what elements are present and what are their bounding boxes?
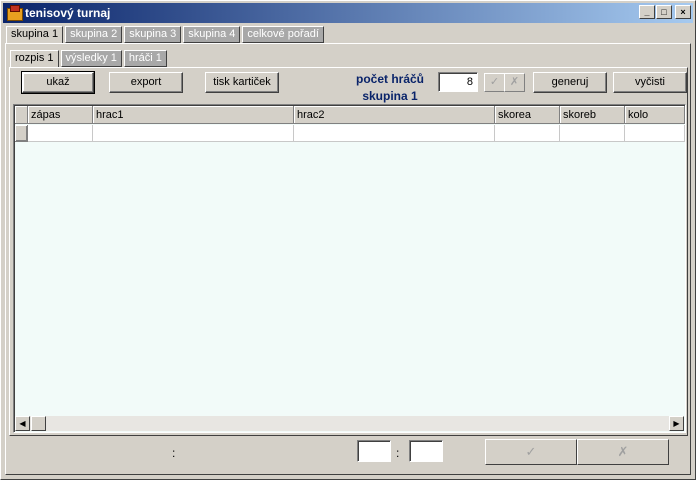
export-button[interactable]: export <box>109 72 183 93</box>
close-button[interactable]: × <box>675 5 691 19</box>
group-label: skupina 1 <box>362 89 418 103</box>
grid-header: zápas hrac1 hrac2 skorea skoreb kolo <box>15 106 685 124</box>
cell-kolo[interactable] <box>625 125 685 142</box>
cell-skoreb[interactable] <box>560 125 625 142</box>
column-header-kolo[interactable]: kolo <box>625 106 685 124</box>
app-icon <box>6 5 23 21</box>
cell-zapas[interactable] <box>28 125 93 142</box>
tab-skupina-3[interactable]: skupina 3 <box>124 26 182 43</box>
cancel-score-button[interactable]: ✗ <box>577 439 669 465</box>
cancel-count-icon[interactable]: ✗ <box>504 73 525 92</box>
column-header-hrac2[interactable]: hrac2 <box>294 106 495 124</box>
grid-corner <box>15 106 28 124</box>
window-title: tenisový turnaj <box>25 6 111 20</box>
tab-skupina-1[interactable]: skupina 1 <box>6 26 64 44</box>
cell-hrac1[interactable] <box>93 125 294 142</box>
show-button[interactable]: ukaž <box>21 71 95 94</box>
table-row[interactable] <box>15 125 685 142</box>
horizontal-scrollbar[interactable]: ◀ ▶ <box>15 416 684 431</box>
print-cards-button[interactable]: tisk kartiček <box>205 72 279 93</box>
tab-skupina-2[interactable]: skupina 2 <box>65 26 123 43</box>
row-indicator[interactable] <box>15 125 28 142</box>
cell-hrac2[interactable] <box>294 125 495 142</box>
column-header-skorea[interactable]: skorea <box>495 106 560 124</box>
column-header-zapas[interactable]: zápas <box>28 106 93 124</box>
score-separator: : <box>396 446 400 460</box>
match-grid[interactable]: zápas hrac1 hrac2 skorea skoreb kolo ◀ ▶ <box>13 104 686 433</box>
score-a-input[interactable] <box>357 440 391 462</box>
confirm-score-button[interactable]: ✓ <box>485 439 577 465</box>
title-bar: tenisový turnaj _ □ × <box>3 3 693 23</box>
scroll-thumb[interactable] <box>31 416 46 431</box>
cell-skorea[interactable] <box>495 125 560 142</box>
maximize-button[interactable]: □ <box>656 5 672 19</box>
column-header-skoreb[interactable]: skoreb <box>560 106 625 124</box>
tab-vysledky-1[interactable]: výsledky 1 <box>60 50 122 67</box>
tab-celkove-poradi[interactable]: celkové pořadí <box>242 26 324 43</box>
clear-button[interactable]: vyčisti <box>613 72 687 93</box>
minimize-button[interactable]: _ <box>639 5 655 19</box>
scroll-left-icon[interactable]: ◀ <box>15 416 30 431</box>
tab-hraci-1[interactable]: hráči 1 <box>123 50 167 67</box>
player-count-input[interactable]: 8 <box>438 72 478 92</box>
tab-rozpis-1[interactable]: rozpis 1 <box>10 50 59 68</box>
bottom-separator: : <box>172 446 176 460</box>
confirm-count-icon[interactable]: ✓ <box>484 73 505 92</box>
player-count-label: počet hráčů <box>355 72 424 86</box>
column-header-hrac1[interactable]: hrac1 <box>93 106 294 124</box>
scroll-right-icon[interactable]: ▶ <box>669 416 684 431</box>
tab-skupina-4[interactable]: skupina 4 <box>183 26 241 43</box>
score-b-input[interactable] <box>409 440 443 462</box>
generate-button[interactable]: generuj <box>533 72 607 93</box>
main-window: tenisový turnaj _ □ × skupina 1 skupina … <box>0 0 696 480</box>
